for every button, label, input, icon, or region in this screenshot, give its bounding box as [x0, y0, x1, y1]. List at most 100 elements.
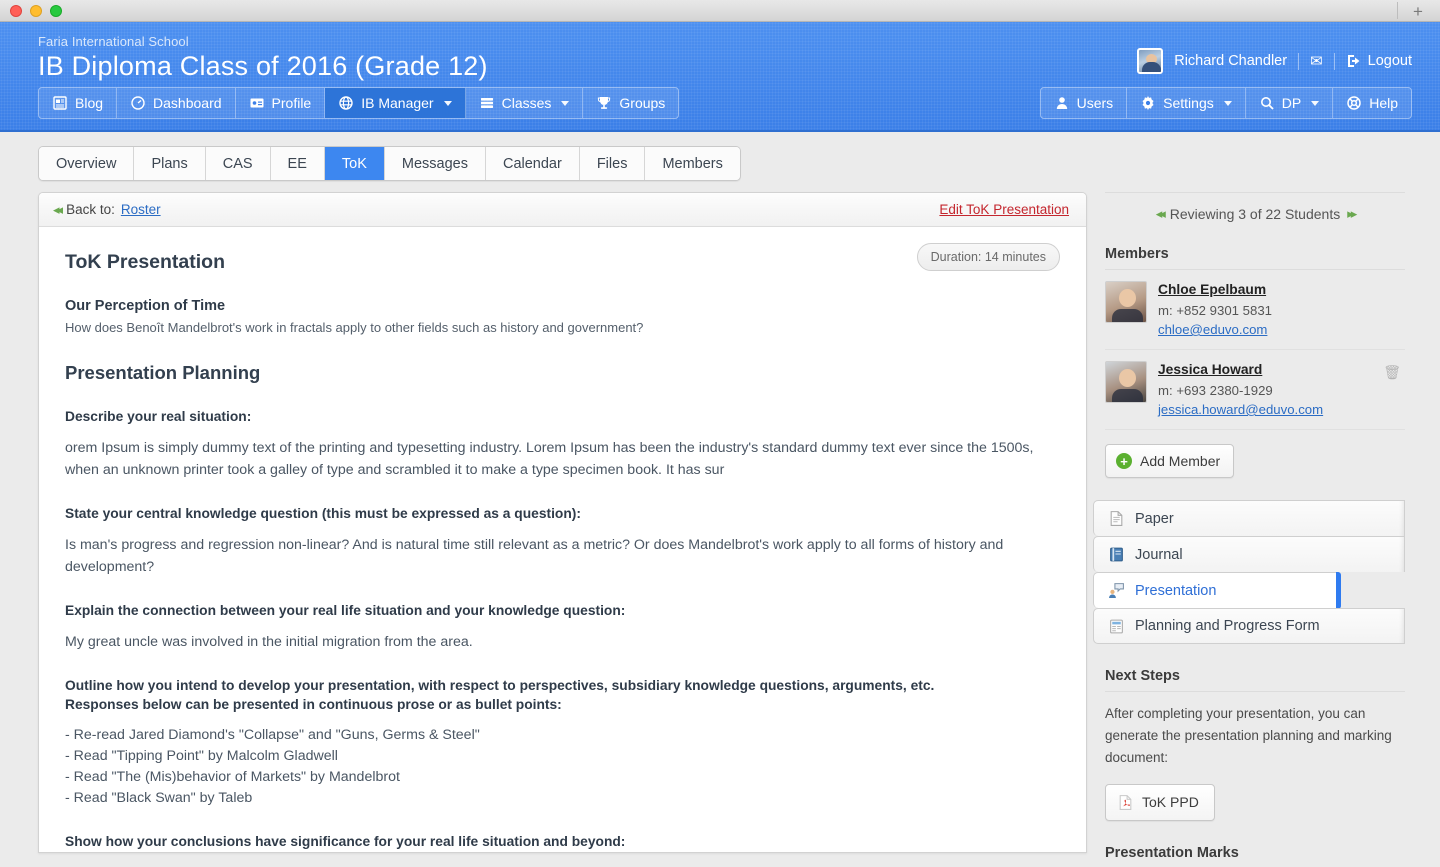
user-name[interactable]: Richard Chandler	[1174, 53, 1287, 69]
tok-ppd-button[interactable]: ToK PPD	[1105, 783, 1215, 821]
page-layout: ◂◂ Back to: Roster Edit ToK Presentation…	[0, 181, 1440, 867]
tab-ee[interactable]: EE	[270, 147, 325, 180]
sidebar-item-label: Planning and Progress Form	[1135, 618, 1320, 634]
tok-component-nav: Paper Journal Presentation Planning and …	[1093, 500, 1405, 644]
panel-body: Duration: 14 minutes ToK Presentation Ou…	[39, 227, 1086, 852]
sidebar-item-label: Presentation	[1135, 582, 1217, 599]
nav-blog[interactable]: Blog	[39, 88, 118, 118]
member-row: Chloe Epelbaum m: +852 9301 5831 chloe@e…	[1105, 270, 1405, 350]
user-area: Richard Chandler ✉ Logout	[1137, 48, 1412, 74]
nav-settings[interactable]: Settings	[1127, 88, 1246, 118]
next-student-button[interactable]: ▸▸	[1347, 206, 1357, 222]
double-left-arrow-icon: ◂◂	[53, 201, 63, 217]
nav-help-label: Help	[1369, 95, 1398, 111]
next-steps-title: Next Steps	[1105, 668, 1405, 692]
members-title: Members	[1105, 246, 1405, 270]
sidebar-item-label: Journal	[1135, 546, 1183, 563]
avatar[interactable]	[1105, 361, 1147, 403]
avatar[interactable]	[1137, 48, 1164, 74]
document-icon	[1110, 511, 1123, 526]
id-card-icon	[250, 98, 264, 108]
pdf-icon	[1119, 794, 1132, 810]
gauge-icon	[131, 96, 145, 110]
member-email[interactable]: chloe@eduvo.com	[1158, 322, 1272, 337]
member-row: Jessica Howard m: +693 2380-1929 jessica…	[1105, 350, 1405, 430]
sidebar-item-paper[interactable]: Paper	[1093, 500, 1405, 536]
logout-icon	[1347, 55, 1360, 67]
tab-cas[interactable]: CAS	[205, 147, 271, 180]
sidebar-item-planning-and-progress-form[interactable]: Planning and Progress Form	[1093, 608, 1405, 644]
nav-dashboard[interactable]: Dashboard	[117, 88, 236, 118]
right-sidebar: ◂◂ Reviewing 3 of 22 Students ▸▸ Members…	[1093, 192, 1415, 867]
topic-description: How does Benoît Mandelbrot's work in fra…	[65, 320, 644, 335]
breadcrumb: ◂◂ Back to: Roster	[53, 202, 161, 218]
tab-calendar[interactable]: Calendar	[485, 147, 580, 180]
section-tabs: Overview Plans CAS EE ToK Messages Calen…	[0, 132, 1440, 181]
duration-badge: Duration: 14 minutes	[916, 243, 1060, 271]
question-2: State your central knowledge question (t…	[65, 506, 581, 522]
tab-plans[interactable]: Plans	[134, 147, 206, 180]
sidebar-item-presentation[interactable]: Presentation	[1093, 572, 1341, 609]
nav-settings-label: Settings	[1163, 95, 1214, 111]
reviewing-pager: ◂◂ Reviewing 3 of 22 Students ▸▸	[1105, 192, 1405, 222]
gear-icon	[1142, 96, 1154, 110]
secondary-nav: Users Settings DP Help	[1039, 87, 1412, 119]
add-member-button[interactable]: + Add Member	[1105, 444, 1235, 478]
question-4-line2: Responses below can be presented in cont…	[65, 697, 562, 713]
nav-users[interactable]: Users	[1040, 88, 1128, 118]
new-tab-button[interactable]: +	[1408, 0, 1428, 22]
plus-icon: +	[1116, 453, 1132, 469]
nav-help[interactable]: Help	[1333, 88, 1411, 118]
lifebuoy-icon	[1347, 96, 1361, 110]
logout-button[interactable]: Logout	[1346, 53, 1412, 69]
nav-blog-label: Blog	[75, 95, 104, 111]
edit-tok-presentation-link[interactable]: Edit ToK Presentation	[939, 202, 1069, 217]
nav-classes-label: Classes	[501, 95, 552, 111]
document-title: ToK Presentation	[65, 251, 225, 273]
chevron-down-icon	[561, 100, 570, 106]
avatar[interactable]	[1105, 281, 1147, 323]
reviewing-label: Reviewing 3 of 22 Students	[1169, 206, 1341, 222]
answer-2: Is man's progress and regression non-lin…	[65, 537, 1004, 576]
presenter-icon	[1109, 583, 1124, 598]
sidebar-item-journal[interactable]: Journal	[1093, 536, 1405, 572]
tab-messages[interactable]: Messages	[384, 147, 486, 180]
nav-dp-label: DP	[1281, 95, 1302, 111]
member-name[interactable]: Jessica Howard	[1158, 362, 1262, 377]
question-3: Explain the connection between your real…	[65, 603, 626, 619]
member-name[interactable]: Chloe Epelbaum	[1158, 282, 1266, 297]
sidebar-item-label: Paper	[1135, 510, 1174, 527]
minimize-window-button[interactable]	[30, 4, 42, 17]
close-window-button[interactable]	[10, 4, 22, 17]
answer-3: My great uncle was involved in the initi…	[65, 634, 473, 651]
presentation-marks-title: Presentation Marks	[1105, 845, 1405, 867]
trophy-icon	[598, 97, 611, 109]
titlebar-divider	[1397, 2, 1398, 19]
chevron-down-icon	[1223, 100, 1232, 106]
nav-groups[interactable]: Groups	[583, 88, 679, 118]
nav-classes[interactable]: Classes	[465, 88, 584, 118]
nav-ib-manager-label: IB Manager	[361, 95, 434, 111]
roster-link[interactable]: Roster	[121, 202, 161, 217]
tab-files[interactable]: Files	[579, 147, 646, 180]
member-email[interactable]: jessica.howard@eduvo.com	[1158, 402, 1323, 417]
previous-student-button[interactable]: ◂◂	[1156, 206, 1166, 222]
user-icon	[1056, 97, 1067, 109]
mail-icon[interactable]: ✉	[1310, 52, 1323, 70]
nav-groups-label: Groups	[619, 95, 666, 111]
nav-dashboard-label: Dashboard	[153, 95, 222, 111]
tab-members[interactable]: Members	[645, 147, 740, 180]
tab-tok[interactable]: ToK	[324, 147, 385, 180]
primary-nav: Blog Dashboard Profile IB Manager Classe…	[38, 87, 680, 119]
nav-ib-manager[interactable]: IB Manager	[325, 88, 466, 118]
newspaper-icon	[53, 96, 67, 110]
nav-dp[interactable]: DP	[1245, 88, 1334, 118]
globe-icon	[339, 96, 353, 110]
maximize-window-button[interactable]	[50, 4, 62, 17]
add-member-label: Add Member	[1140, 453, 1221, 469]
nav-profile[interactable]: Profile	[235, 88, 326, 118]
trash-icon[interactable]: 🗑	[1383, 364, 1401, 381]
divider	[1333, 52, 1335, 70]
tab-overview[interactable]: Overview	[39, 147, 135, 180]
logout-label: Logout	[1367, 53, 1412, 69]
